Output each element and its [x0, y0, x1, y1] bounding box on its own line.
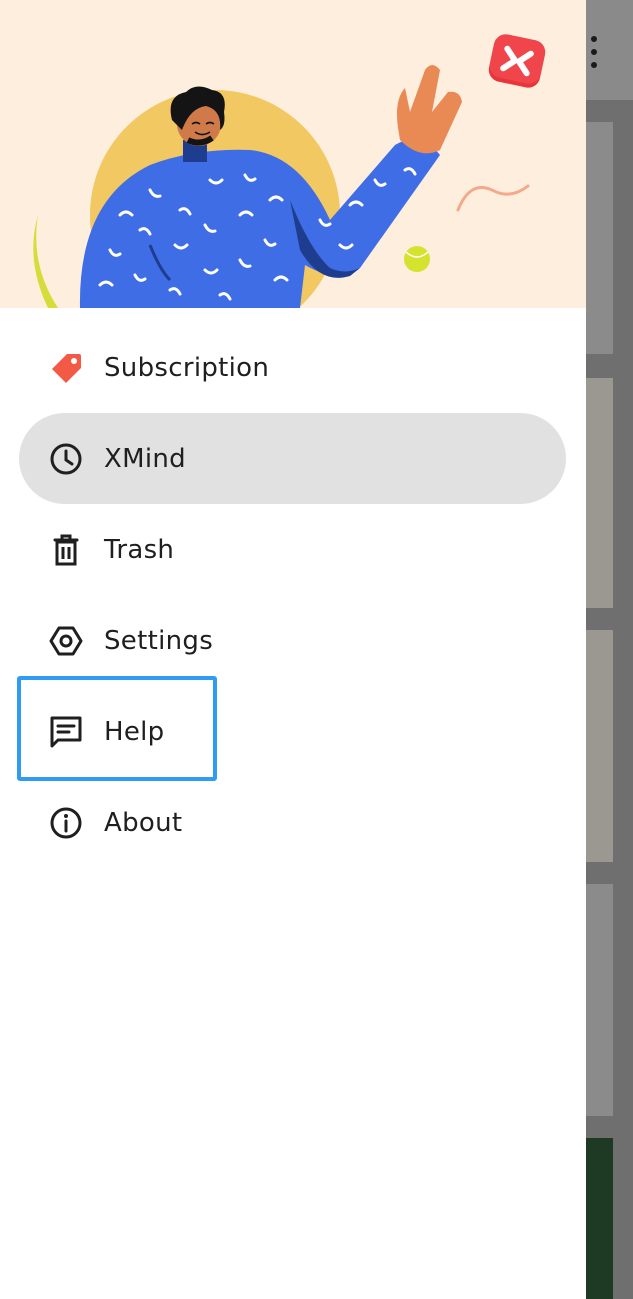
menu-item-label: Trash [104, 534, 175, 565]
screen: Subscription XMind Trash Settings Help A… [0, 0, 633, 1299]
navigation-drawer: Subscription XMind Trash Settings Help A… [0, 0, 586, 1299]
chat-message-icon [46, 712, 86, 752]
scrim-card-4 [586, 884, 613, 1116]
menu-item-label: About [104, 807, 183, 838]
menu-item-about[interactable]: About [0, 777, 586, 868]
info-icon [46, 803, 86, 843]
scrim-card-1 [586, 122, 613, 354]
scrim-card-5 [586, 1138, 613, 1299]
menu-item-subscription[interactable]: Subscription [0, 322, 586, 413]
drawer-menu: Subscription XMind Trash Settings Help A… [0, 322, 586, 868]
menu-item-label: Subscription [104, 352, 270, 383]
menu-item-xmind[interactable]: XMind [0, 413, 586, 504]
tag-icon [46, 348, 86, 388]
menu-item-label: Settings [104, 625, 214, 656]
clock-icon [46, 439, 86, 479]
menu-item-label: Help [104, 716, 165, 747]
overflow-menu-icon[interactable] [588, 36, 600, 68]
menu-item-trash[interactable]: Trash [0, 504, 586, 595]
waving-person-illustration [33, 34, 546, 308]
drawer-header-illustration [0, 0, 586, 308]
menu-item-label: XMind [104, 443, 186, 474]
scrim-card-3 [586, 630, 613, 862]
scrim-card-2 [586, 378, 613, 608]
settings-hex-icon [46, 621, 86, 661]
menu-item-settings[interactable]: Settings [0, 595, 586, 686]
trash-icon [46, 530, 86, 570]
